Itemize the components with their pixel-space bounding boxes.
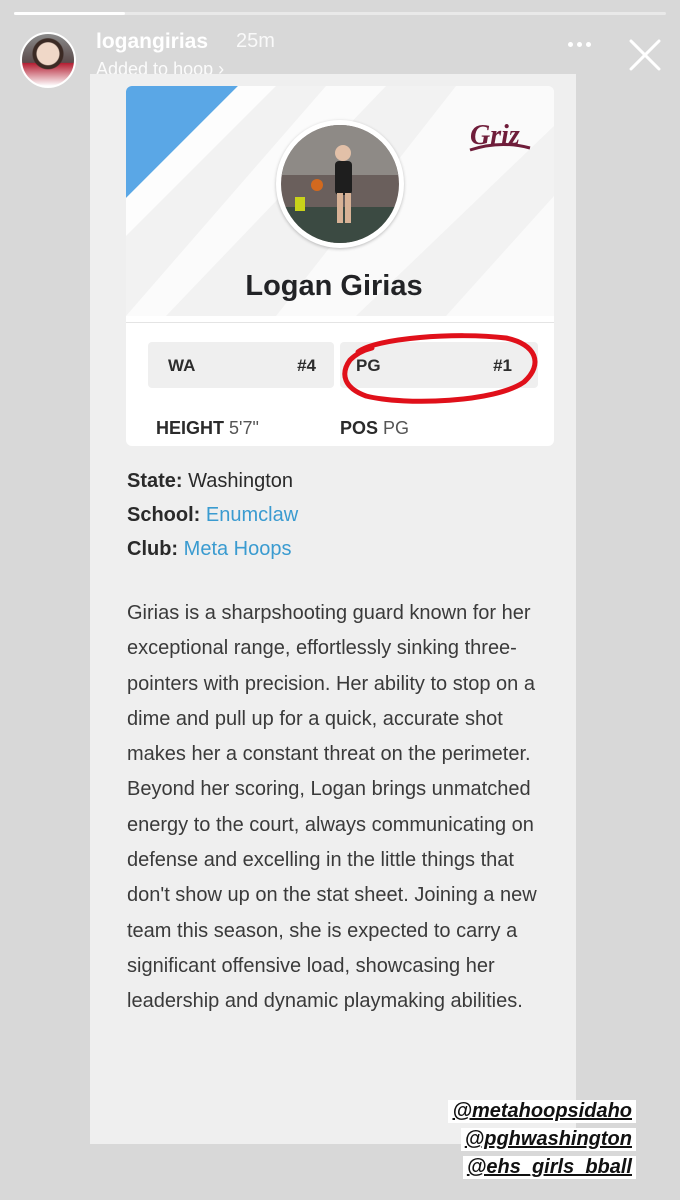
school-link[interactable]: Enumclaw xyxy=(206,504,298,526)
state-rank-label: WA xyxy=(168,356,196,375)
red-circle-annotation xyxy=(342,333,538,404)
club-link[interactable]: Meta Hoops xyxy=(184,538,292,560)
club-label: Club: xyxy=(127,538,179,560)
mention-tag[interactable]: @pghwashington xyxy=(460,1128,636,1151)
close-icon[interactable] xyxy=(628,38,662,72)
club-line: Club: Meta Hoops xyxy=(127,538,292,561)
state-label: State: xyxy=(127,470,183,492)
position-label: POS xyxy=(340,418,379,438)
state-rank-chip: WA #4 xyxy=(148,342,334,388)
story-progress-bar xyxy=(14,12,666,15)
position-value: PG xyxy=(383,418,410,438)
state-value: Washington xyxy=(188,470,294,492)
school-label: School: xyxy=(127,504,201,526)
mention-tag[interactable]: @ehs_girls_bball xyxy=(462,1156,636,1179)
mention-tag[interactable]: @metahoopsidaho xyxy=(448,1100,636,1123)
more-options-icon[interactable] xyxy=(568,36,604,60)
state-line: State: Washington xyxy=(127,470,293,493)
player-photo xyxy=(276,120,404,248)
player-bio: Girias is a sharpshooting guard known fo… xyxy=(127,602,537,1013)
height-label: HEIGHT xyxy=(156,418,225,438)
avatar[interactable] xyxy=(20,32,76,88)
state-rank-value: #4 xyxy=(297,356,316,375)
player-name: Logan Girias xyxy=(245,270,423,302)
position-stat: POS PG xyxy=(340,418,409,439)
height-stat: HEIGHT 5'7" xyxy=(156,418,259,439)
username[interactable]: logangirias xyxy=(96,30,208,54)
player-card: Griz Logan Girias WA #4 PG #1 HEIGHT 5'7… xyxy=(126,86,554,446)
screenshot-page: Griz Logan Girias WA #4 PG #1 HEIGHT 5'7… xyxy=(90,74,576,1144)
height-value: 5'7" xyxy=(229,418,259,438)
divider xyxy=(126,322,554,323)
school-line: School: Enumclaw xyxy=(127,504,298,527)
griz-logo: Griz xyxy=(469,120,531,152)
story-progress-fill xyxy=(14,12,125,15)
post-time: 25m xyxy=(236,30,275,52)
